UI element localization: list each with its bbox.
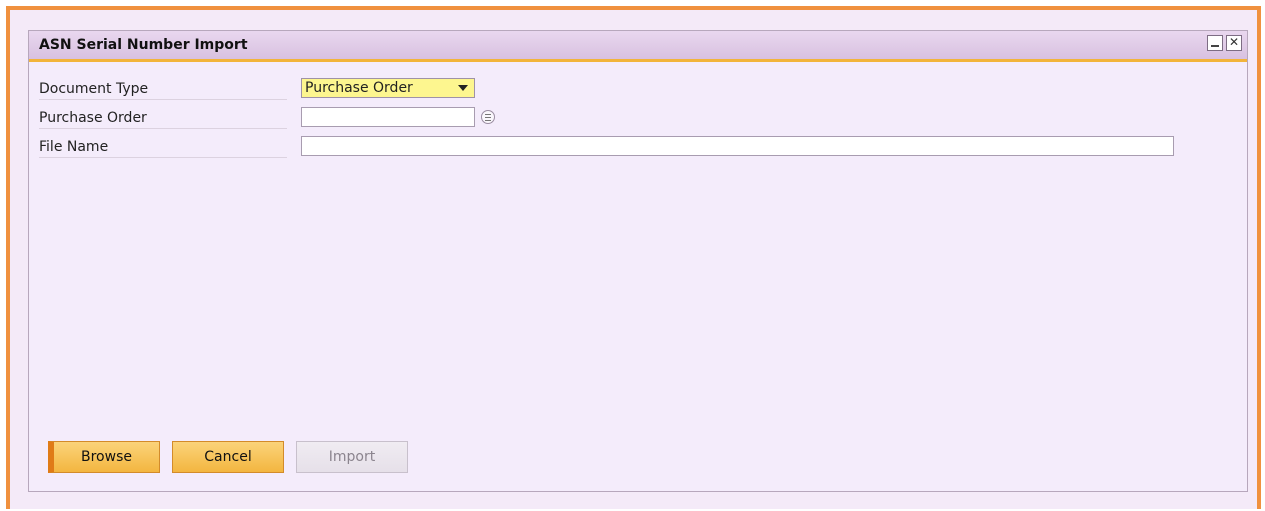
document-type-row: Document Type Purchase Order [39,77,1169,101]
document-type-label: Document Type [39,79,287,100]
browse-button[interactable]: Browse [48,441,160,473]
cancel-button[interactable]: Cancel [172,441,284,473]
choose-from-list-icon[interactable] [481,110,495,124]
asn-import-window: ASN Serial Number Import ✕ Document Type… [28,30,1248,492]
file-name-row: File Name [39,135,1174,159]
chevron-down-icon[interactable] [458,85,468,91]
minimize-icon[interactable] [1207,35,1223,51]
document-type-select[interactable]: Purchase Order [301,78,475,98]
minimize-bar [1211,45,1219,47]
window-titlebar: ASN Serial Number Import ✕ [29,31,1247,62]
close-icon[interactable]: ✕ [1226,35,1242,51]
purchase-order-label: Purchase Order [39,108,287,129]
purchase-order-row: Purchase Order [39,106,1169,130]
document-type-value: Purchase Order [305,80,413,96]
window-title: ASN Serial Number Import [39,37,248,53]
file-name-label: File Name [39,137,287,158]
import-button[interactable]: Import [296,441,408,473]
purchase-order-input[interactable] [301,107,475,127]
file-name-input[interactable] [301,136,1174,156]
screen-frame: ASN Serial Number Import ✕ Document Type… [6,6,1261,509]
